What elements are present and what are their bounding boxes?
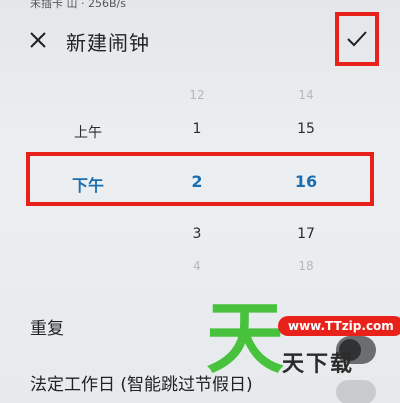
status-bar: 未插卡 山 · 256B/s [30, 0, 126, 10]
selection-highlight-box [26, 152, 374, 206]
new-alarm-screen: 未插卡 山 · 256B/s 新建闹钟 上午 下午 12 1 2 3 4 14 … [0, 0, 400, 403]
watermark-text: 天下载 [282, 352, 355, 377]
ampm-option-am[interactable]: 上午 [74, 122, 102, 142]
hour-option[interactable]: 12 [189, 88, 204, 102]
hour-option[interactable]: 4 [193, 259, 201, 273]
minute-option[interactable]: 15 [297, 121, 315, 137]
check-icon [347, 31, 367, 47]
hour-option[interactable]: 3 [193, 226, 202, 242]
holiday-toggle[interactable] [336, 380, 376, 403]
minute-option[interactable]: 14 [298, 88, 313, 102]
page-title: 新建闹钟 [66, 31, 150, 55]
hour-option[interactable]: 1 [193, 121, 202, 137]
confirm-button[interactable] [335, 12, 379, 66]
close-button[interactable] [22, 24, 54, 56]
minute-option[interactable]: 17 [297, 226, 315, 242]
watermark-url: www.TTzip.com [278, 316, 400, 336]
repeat-row-label[interactable]: 重复 [30, 314, 64, 339]
close-icon [30, 32, 46, 48]
watermark-logo: 天 [206, 294, 285, 384]
minute-option[interactable]: 18 [298, 259, 313, 273]
